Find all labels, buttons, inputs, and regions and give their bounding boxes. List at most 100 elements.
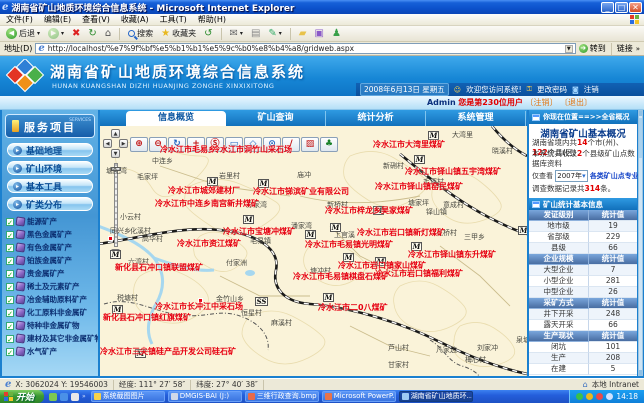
forward-button[interactable]: ▶▾ <box>46 27 66 40</box>
folders-button[interactable]: ▰ <box>297 28 309 40</box>
search-button[interactable]: 搜索 <box>126 27 155 40</box>
quick-launch-icon[interactable] <box>71 393 79 401</box>
map-tool-button[interactable]: ⊕ <box>130 137 148 152</box>
menu-item[interactable]: 工具(T) <box>160 14 187 25</box>
layer-label[interactable]: 铂族金属矿产 <box>27 255 72 266</box>
layer-label[interactable]: 贵金属矿产 <box>27 268 65 279</box>
mine-label[interactable]: 新化县石冲口镇联盟煤矿 <box>115 262 203 273</box>
layer-checkbox[interactable]: ✓ <box>6 296 14 304</box>
layer-checkbox[interactable]: ✓ <box>6 348 14 356</box>
layer-checkbox[interactable]: ✓ <box>6 231 14 239</box>
layer-label[interactable]: 冶金辅助原料矿产 <box>27 294 87 305</box>
start-button[interactable]: 开始 <box>0 390 44 403</box>
tray-icon[interactable] <box>596 393 603 400</box>
mine-label[interactable]: 冷水江市毛易乡 <box>160 144 216 155</box>
refresh-button[interactable]: ↻ <box>86 28 98 40</box>
site-marker[interactable] <box>108 236 113 241</box>
layer-label[interactable]: 能源矿产 <box>27 216 57 227</box>
tray-icon[interactable] <box>586 393 593 400</box>
layer-checkbox[interactable]: ✓ <box>6 257 14 265</box>
menu-item[interactable]: 收藏(A) <box>121 14 149 25</box>
layer-checkbox[interactable]: ✓ <box>6 283 14 291</box>
tray-icon[interactable] <box>576 393 583 400</box>
maximize-button[interactable]: □ <box>615 2 628 13</box>
tab[interactable]: 系统管理 <box>426 111 526 126</box>
minimize-button[interactable]: _ <box>601 2 614 13</box>
category-link[interactable]: 各类矿山点专业 <box>590 172 639 180</box>
mine-label[interactable]: 新化县石冲口镇红旗煤矿 <box>103 312 191 323</box>
scroll-thumb[interactable] <box>639 118 642 158</box>
tray-icon[interactable] <box>606 393 613 400</box>
mine-label[interactable]: 冷水江市毛易镇棋盘石煤矿 <box>293 271 389 282</box>
mine-marker[interactable]: M <box>518 226 527 235</box>
panel-scrollbar[interactable] <box>638 110 643 376</box>
map-tool-button[interactable]: ▨ <box>301 137 319 152</box>
discuss-button[interactable]: ▣ <box>313 28 326 40</box>
task-button[interactable]: DMGIS-BAI (J:) <box>168 391 242 402</box>
mine-marker[interactable]: M <box>305 230 316 239</box>
map-view[interactable]: ▲ ◀ ▶ ▼ − ⊕⊖↻+Ⓢ▭◇⊙∕▨♣ MMMMMMMMMMMMMMMM S… <box>100 126 527 376</box>
scroll-down-arrow[interactable] <box>639 370 642 375</box>
layer-checkbox[interactable]: ✓ <box>6 322 14 330</box>
map-pan-zoom-control[interactable]: ▲ ◀ ▶ ▼ − <box>103 129 129 259</box>
menu-item[interactable]: 查看(V) <box>82 14 110 25</box>
task-button[interactable]: Microsoft PowerP... <box>322 391 396 402</box>
mail-button[interactable]: ✉▾ <box>228 28 245 40</box>
mine-label[interactable]: 冷水江市三尖镇硅产品开发公司硅石矿 <box>100 346 236 357</box>
messenger-button[interactable]: ♟ <box>330 28 343 40</box>
favorites-button[interactable]: ★收藏夹 <box>159 27 198 40</box>
go-button[interactable]: ➜转到 <box>579 43 606 54</box>
layer-label[interactable]: 建材及其它非金属矿物 <box>27 333 98 344</box>
menu-item[interactable]: 帮助(H) <box>198 14 226 25</box>
layer-label[interactable]: 稀土及元素矿产 <box>27 281 80 292</box>
address-input[interactable]: e http://localhost/%e7%9f%bf%e5%b1%b1%e5… <box>35 43 575 54</box>
menu-item[interactable]: 文件(F) <box>6 14 33 25</box>
tab[interactable]: 信息概览 <box>126 111 226 126</box>
layer-label[interactable]: 特种非金属矿物 <box>27 320 80 331</box>
mine-label[interactable]: 冷水江市铎山镇东升煤矿 <box>408 249 496 260</box>
mine-label[interactable]: 冷水江市大湾里煤矿 <box>373 139 445 150</box>
logout-link-2[interactable]: 〔注销〕 <box>525 98 557 107</box>
mine-label[interactable]: 冷水江市岩口镇新灯煤矿 <box>357 227 445 238</box>
mine-label[interactable]: 冷水江市资江煤矿 <box>177 238 241 249</box>
mine-marker[interactable]: M <box>414 155 425 164</box>
year-select[interactable]: 2007年▾ <box>555 170 587 182</box>
layer-checkbox[interactable]: ✓ <box>6 218 14 226</box>
quick-launch-icon[interactable] <box>49 393 57 401</box>
mine-label[interactable]: 冷水江市铎山镇五宇湾煤矿 <box>405 166 501 177</box>
exit-link[interactable]: 〔退出〕 <box>560 98 592 107</box>
mine-marker[interactable]: M <box>243 215 254 224</box>
mine-marker[interactable]: M <box>110 250 121 259</box>
layer-checkbox[interactable]: ✓ <box>6 309 14 317</box>
mine-label[interactable]: 冷水江市城郊建材厂 <box>168 185 240 196</box>
mine-label[interactable]: 冷水江市毛易镇光明煤矿 <box>305 239 393 250</box>
mine-label[interactable]: 冷水江市锑滨矿业有限公司 <box>253 186 349 197</box>
menu-item[interactable]: 编辑(E) <box>44 14 71 25</box>
stop-button[interactable]: ✖ <box>70 28 82 40</box>
url-dropdown-button[interactable]: ▼ <box>565 45 573 53</box>
change-password-link[interactable]: 更改密码 <box>537 84 567 95</box>
layer-checkbox[interactable]: ✓ <box>6 270 14 278</box>
sidebar-menu-button[interactable]: ▸ 基础地理 <box>7 143 93 157</box>
layer-label[interactable]: 化工原料非金属矿 <box>27 307 87 318</box>
task-button[interactable]: 三维行政查询.bmp ... <box>245 391 319 402</box>
close-button[interactable]: ✕ <box>629 2 642 13</box>
mine-label[interactable]: 冷水江市梓龙乡吴家煤矿 <box>325 205 413 216</box>
tab[interactable]: 统计分析 <box>326 111 426 126</box>
layer-label[interactable]: 有色金属矿产 <box>27 242 72 253</box>
sidebar-menu-button[interactable]: ▸ 矿类分布 <box>7 197 93 211</box>
history-button[interactable]: ↺ <box>202 28 214 40</box>
sidebar-menu-button[interactable]: ▸ 矿山环境 <box>7 161 93 175</box>
map-tool-button[interactable]: ♣ <box>320 137 338 152</box>
mine-marker[interactable]: M <box>323 293 334 302</box>
mine-label[interactable]: 冷水江市洞竹山采石场 <box>212 144 292 155</box>
ss-marker[interactable]: SS <box>255 297 268 306</box>
mine-label[interactable]: 冷水江市二0八煤矿 <box>318 302 388 313</box>
layer-label[interactable]: 黑色金属矿产 <box>27 229 72 240</box>
window-titlebar[interactable]: e 湖南省矿山地质环境综合信息系统 - Microsoft Internet E… <box>0 0 644 14</box>
print-button[interactable]: ▤ <box>249 28 262 40</box>
sidebar-menu-button[interactable]: ▸ 基本工具 <box>7 179 93 193</box>
mine-label[interactable]: 冷水江市铎山镇窑民煤矿 <box>375 181 463 192</box>
quick-launch-chevron[interactable]: » <box>82 393 86 400</box>
task-button[interactable]: 湖南省矿山地质环... <box>399 391 473 402</box>
